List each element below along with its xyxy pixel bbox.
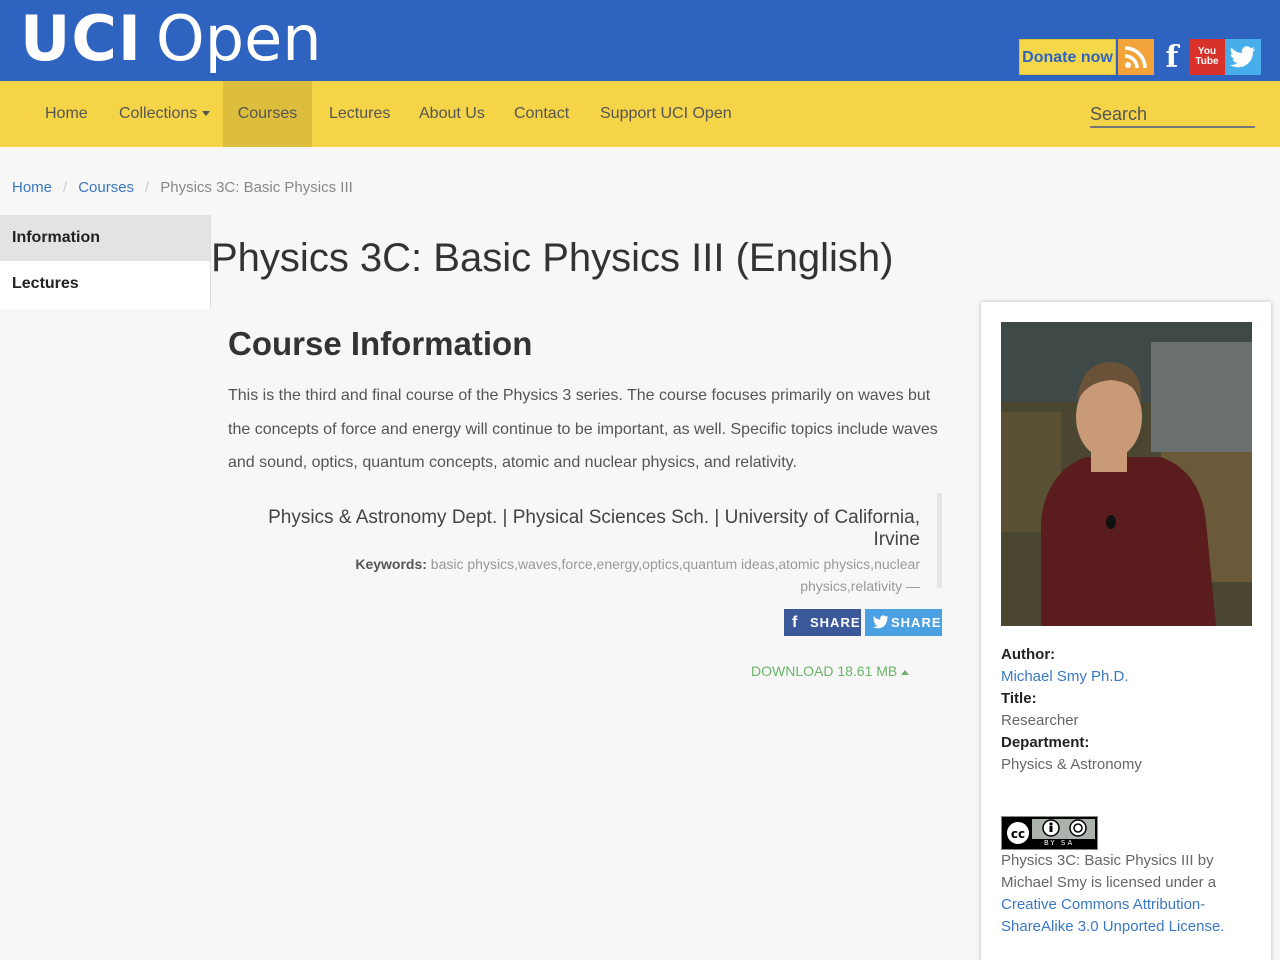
breadcrumb-separator: /: [63, 179, 68, 196]
download-label: DOWNLOAD 18.61 MB: [751, 663, 898, 679]
nav-collections[interactable]: Collections: [102, 81, 227, 147]
cc-badge-text: BY SA: [1044, 839, 1075, 847]
title-label: Title:: [1001, 690, 1037, 707]
breadcrumb-courses[interactable]: Courses: [78, 179, 134, 196]
title-value: Researcher: [1001, 712, 1079, 729]
department-label: Department:: [1001, 734, 1090, 751]
author-card: Author: Michael Smy Ph.D. Title: Researc…: [981, 302, 1271, 960]
page-title: Physics 3C: Basic Physics III (English): [211, 236, 894, 280]
logo-uci: UCI: [20, 2, 142, 75]
caret-down-icon: [202, 111, 211, 117]
creative-commons-badge[interactable]: cc BY SA: [1001, 816, 1098, 850]
breadcrumb: Home / Courses / Physics 3C: Basic Physics I…: [12, 179, 353, 196]
author-label: Author:: [1001, 646, 1056, 663]
logo-open: Open: [155, 2, 322, 75]
facebook-share-button[interactable]: f SHARE: [784, 609, 861, 636]
nav-contact[interactable]: Contact: [497, 81, 586, 147]
department-value: Physics & Astronomy: [1001, 756, 1142, 773]
nav-home[interactable]: Home: [28, 81, 105, 147]
affiliation-block: Physics & Astronomy Dept. | Physical Sci…: [228, 493, 942, 594]
facebook-icon[interactable]: f: [1154, 39, 1190, 75]
keywords-label: Keywords:: [355, 556, 427, 572]
twitter-share-label: SHARE: [891, 615, 942, 630]
author-photo: [1001, 322, 1252, 626]
nav-collections-label: Collections: [119, 105, 198, 122]
course-description: This is the third and final course of th…: [228, 387, 938, 471]
rss-icon[interactable]: [1118, 39, 1154, 75]
twitter-icon: [873, 609, 889, 638]
affiliation-text: Physics & Astronomy Dept. | Physical Sci…: [268, 507, 920, 550]
author-name-link[interactable]: Michael Smy Ph.D.: [1001, 668, 1129, 685]
tab-information[interactable]: Information: [0, 215, 210, 261]
breadcrumb-separator: /: [145, 179, 150, 196]
facebook-icon: f: [792, 614, 799, 631]
header-bar: UCI Open Donate now f You Tube: [0, 0, 1280, 81]
tab-lectures[interactable]: Lectures: [0, 261, 210, 307]
side-tabs: Information Lectures: [0, 215, 211, 309]
license-text: Physics 3C: Basic Physics III by Michael…: [1001, 850, 1241, 938]
license-link[interactable]: Creative Commons Attribution-ShareAlike …: [1001, 896, 1224, 935]
keywords: Keywords: basic physics,waves,force,ener…: [228, 553, 920, 597]
download-link[interactable]: DOWNLOAD 18.61 MB: [751, 663, 910, 679]
caret-up-icon: [901, 669, 910, 675]
section-title: Course Information: [228, 325, 533, 362]
breadcrumb-home[interactable]: Home: [12, 179, 52, 196]
main-nav: Home Collections Courses Lectures About …: [0, 81, 1280, 147]
nav-about-us[interactable]: About Us: [402, 81, 502, 147]
nav-lectures[interactable]: Lectures: [312, 81, 407, 147]
license-statement: Physics 3C: Basic Physics III by Michael…: [1001, 852, 1217, 891]
svg-text:cc: cc: [1011, 827, 1025, 841]
keywords-list: basic physics,waves,force,energy,optics,…: [430, 556, 920, 594]
twitter-share-button[interactable]: SHARE: [865, 609, 942, 636]
youtube-icon[interactable]: You Tube: [1189, 39, 1225, 75]
nav-support[interactable]: Support UCI Open: [583, 81, 749, 147]
youtube-label: You Tube: [1195, 46, 1219, 67]
uci-open-logo[interactable]: UCI Open: [20, 2, 322, 75]
twitter-icon[interactable]: [1225, 39, 1261, 75]
breadcrumb-current: Physics 3C: Basic Physics III: [160, 179, 353, 196]
search-input[interactable]: Search: [1090, 102, 1255, 128]
nav-courses[interactable]: Courses: [223, 81, 312, 147]
facebook-share-label: SHARE: [810, 615, 861, 630]
donate-button[interactable]: Donate now: [1019, 39, 1116, 75]
